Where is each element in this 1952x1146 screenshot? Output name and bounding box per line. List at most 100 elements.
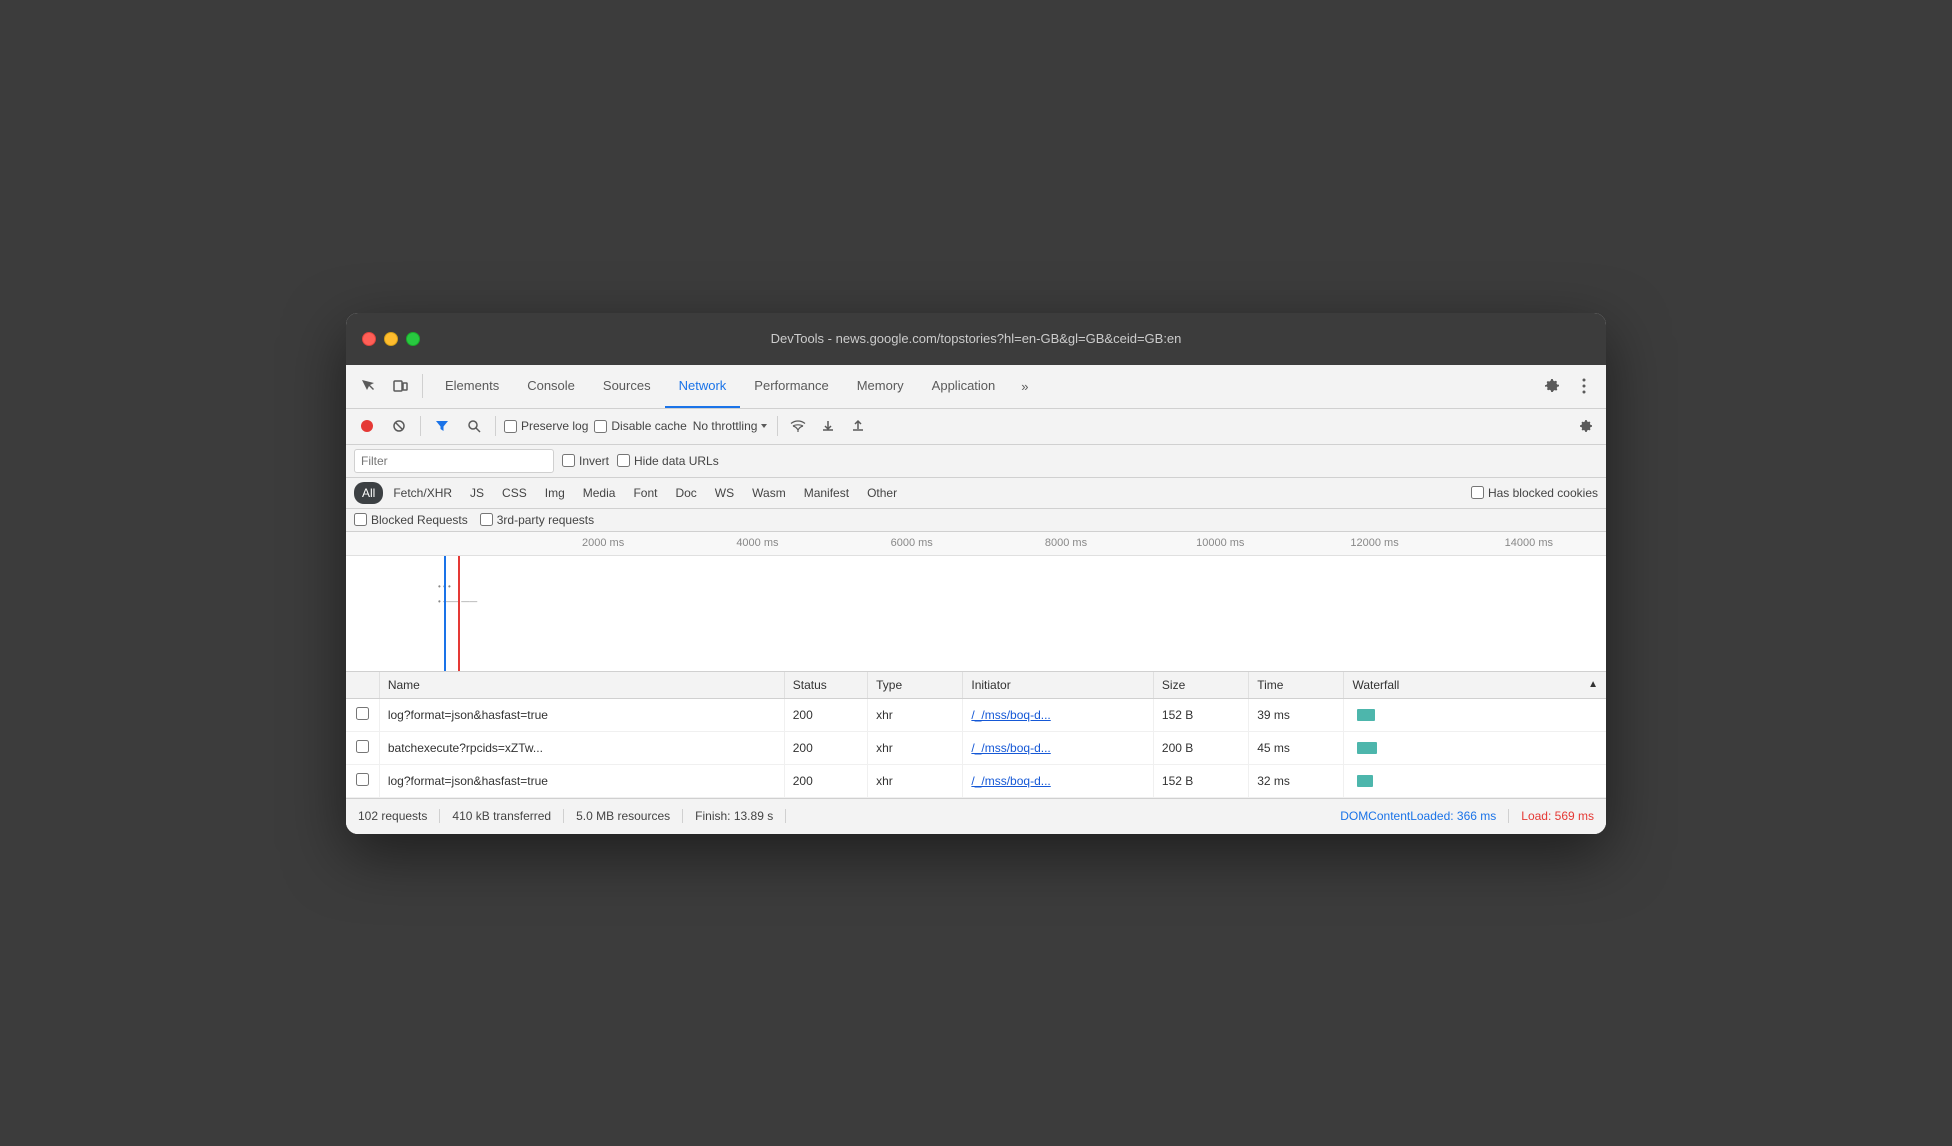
type-btn-ws[interactable]: WS <box>707 482 742 504</box>
cell-size: 200 B <box>1153 731 1248 764</box>
table-row[interactable]: log?format=json&hasfast=true200xhr/_/mss… <box>346 764 1606 797</box>
ruler-mark-3: 6000 ms <box>835 537 989 549</box>
blocked-requests-checkbox[interactable]: Blocked Requests <box>354 513 468 527</box>
cell-initiator[interactable]: /_/mss/boq-d... <box>963 698 1154 731</box>
filter-input[interactable] <box>354 449 554 473</box>
type-btn-other[interactable]: Other <box>859 482 905 504</box>
has-blocked-cookies-input[interactable] <box>1471 486 1484 499</box>
search-icon[interactable] <box>461 413 487 439</box>
minimize-button[interactable] <box>384 332 398 346</box>
cell-size: 152 B <box>1153 698 1248 731</box>
status-dom-content-loaded: DOMContentLoaded: 366 ms <box>1340 809 1509 823</box>
status-bar: 102 requests 410 kB transferred 5.0 MB r… <box>346 798 1606 834</box>
type-btn-css[interactable]: CSS <box>494 482 535 504</box>
blocked-requests-bar: Blocked Requests 3rd-party requests <box>346 509 1606 532</box>
third-party-requests-input[interactable] <box>480 513 493 526</box>
cell-type: xhr <box>868 764 963 797</box>
net-sep-1 <box>420 416 421 436</box>
table-header: Name Status Type Initiator Size Time Wat… <box>346 672 1606 699</box>
tab-elements[interactable]: Elements <box>431 364 513 408</box>
import-icon[interactable] <box>816 414 840 438</box>
tab-sources[interactable]: Sources <box>589 364 665 408</box>
ruler-mark-4: 8000 ms <box>989 537 1143 549</box>
table-row[interactable]: batchexecute?rpcids=xZTw...200xhr/_/mss/… <box>346 731 1606 764</box>
th-initiator[interactable]: Initiator <box>963 672 1154 699</box>
table-body: log?format=json&hasfast=true200xhr/_/mss… <box>346 698 1606 797</box>
type-btn-wasm[interactable]: Wasm <box>744 482 794 504</box>
more-options-icon[interactable] <box>1570 372 1598 400</box>
type-btn-img[interactable]: Img <box>537 482 573 504</box>
network-settings-icon[interactable] <box>1574 414 1598 438</box>
cell-waterfall <box>1344 698 1606 731</box>
th-type[interactable]: Type <box>868 672 963 699</box>
window-title: DevTools - news.google.com/topstories?hl… <box>771 331 1182 346</box>
header-row: Name Status Type Initiator Size Time Wat… <box>346 672 1606 699</box>
invert-input[interactable] <box>562 454 575 467</box>
tab-memory[interactable]: Memory <box>843 364 918 408</box>
close-button[interactable] <box>362 332 376 346</box>
device-toolbar-icon[interactable] <box>386 372 414 400</box>
devtools-body: Elements Console Sources Network Perform… <box>346 365 1606 834</box>
devtools-window: DevTools - news.google.com/topstories?hl… <box>346 313 1606 834</box>
hide-data-urls-checkbox[interactable]: Hide data URLs <box>617 454 719 468</box>
traffic-lights <box>362 332 420 346</box>
settings-icon[interactable] <box>1538 372 1566 400</box>
type-filter-bar: All Fetch/XHR JS CSS Img Media Font Doc … <box>346 478 1606 509</box>
tab-performance[interactable]: Performance <box>740 364 842 408</box>
cell-initiator[interactable]: /_/mss/boq-d... <box>963 731 1154 764</box>
cell-type: xhr <box>868 698 963 731</box>
load-line <box>458 556 460 672</box>
ruler-mark-5: 10000 ms <box>1143 537 1297 549</box>
type-btn-fetch-xhr[interactable]: Fetch/XHR <box>385 482 460 504</box>
type-btn-doc[interactable]: Doc <box>667 482 704 504</box>
filter-icon[interactable] <box>429 413 455 439</box>
invert-checkbox[interactable]: Invert <box>562 454 609 468</box>
export-icon[interactable] <box>846 414 870 438</box>
record-button[interactable] <box>354 413 380 439</box>
net-sep-3 <box>777 416 778 436</box>
third-party-requests-checkbox[interactable]: 3rd-party requests <box>480 513 594 527</box>
type-btn-font[interactable]: Font <box>625 482 665 504</box>
row-checkbox[interactable] <box>356 773 369 786</box>
tab-application[interactable]: Application <box>918 364 1010 408</box>
inspect-element-icon[interactable] <box>354 372 382 400</box>
throttle-dropdown[interactable]: No throttling <box>693 419 770 433</box>
type-btn-js[interactable]: JS <box>462 482 492 504</box>
th-time[interactable]: Time <box>1249 672 1344 699</box>
tab-network[interactable]: Network <box>665 364 741 408</box>
disable-cache-checkbox[interactable]: Disable cache <box>594 419 686 433</box>
requests-table: Name Status Type Initiator Size Time Wat… <box>346 672 1606 798</box>
hide-data-urls-input[interactable] <box>617 454 630 467</box>
preserve-log-input[interactable] <box>504 420 517 433</box>
network-conditions-icon[interactable] <box>786 414 810 438</box>
type-btn-manifest[interactable]: Manifest <box>796 482 857 504</box>
cell-name: log?format=json&hasfast=true <box>379 764 784 797</box>
tab-overflow-button[interactable]: » <box>1013 364 1036 408</box>
maximize-button[interactable] <box>406 332 420 346</box>
th-waterfall[interactable]: Waterfall ▲ <box>1344 672 1606 699</box>
cell-initiator[interactable]: /_/mss/boq-d... <box>963 764 1154 797</box>
tab-console[interactable]: Console <box>513 364 589 408</box>
type-btn-all[interactable]: All <box>354 482 383 504</box>
status-finish: Finish: 13.89 s <box>683 809 786 823</box>
th-size[interactable]: Size <box>1153 672 1248 699</box>
row-checkbox[interactable] <box>356 707 369 720</box>
cell-name: batchexecute?rpcids=xZTw... <box>379 731 784 764</box>
ruler-mark-6: 12000 ms <box>1297 537 1451 549</box>
cell-status: 200 <box>784 698 867 731</box>
cell-time: 39 ms <box>1249 698 1344 731</box>
row-checkbox[interactable] <box>356 740 369 753</box>
th-name[interactable]: Name <box>379 672 784 699</box>
timeline-chart: • • • • —— —— <box>346 556 1606 672</box>
cell-status: 200 <box>784 731 867 764</box>
timeline-ruler: 2000 ms 4000 ms 6000 ms 8000 ms 10000 ms… <box>346 532 1606 556</box>
th-status[interactable]: Status <box>784 672 867 699</box>
blocked-requests-input[interactable] <box>354 513 367 526</box>
table-row[interactable]: log?format=json&hasfast=true200xhr/_/mss… <box>346 698 1606 731</box>
preserve-log-checkbox[interactable]: Preserve log <box>504 419 588 433</box>
clear-button[interactable] <box>386 413 412 439</box>
disable-cache-input[interactable] <box>594 420 607 433</box>
th-checkbox <box>346 672 379 699</box>
type-btn-media[interactable]: Media <box>575 482 624 504</box>
has-blocked-cookies-checkbox[interactable]: Has blocked cookies <box>1471 486 1598 500</box>
